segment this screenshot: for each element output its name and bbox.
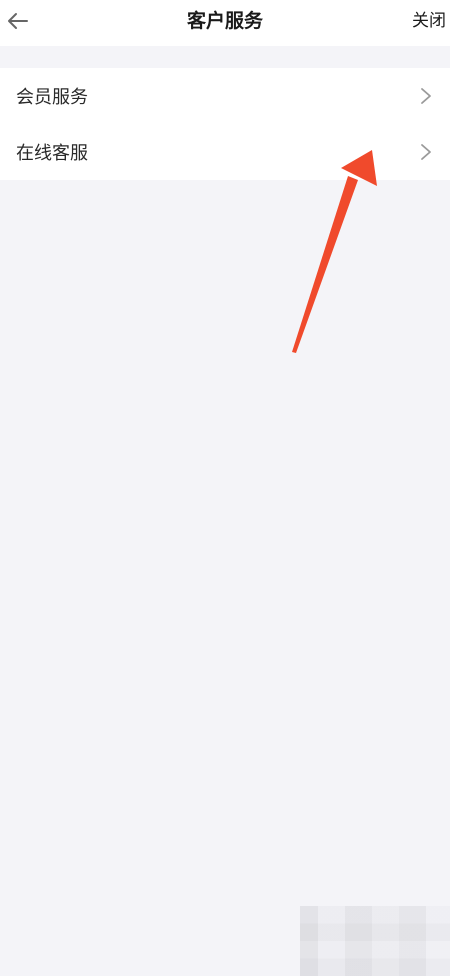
menu-item-online-support[interactable]: 在线客服 — [0, 124, 450, 180]
menu-item-member-service[interactable]: 会员服务 — [0, 68, 450, 124]
page-title: 客户服务 — [186, 10, 263, 32]
menu-list: 会员服务 在线客服 — [0, 68, 450, 180]
chevron-right-icon — [421, 144, 431, 160]
menu-item-label: 会员服务 — [16, 87, 88, 108]
chevron-right-icon — [421, 88, 431, 104]
menu-item-label: 在线客服 — [16, 143, 88, 164]
arrow-shaft — [292, 176, 358, 353]
watermark — [300, 906, 450, 976]
close-button[interactable]: 关闭 — [412, 0, 446, 42]
nav-bar: 客户服务 关闭 — [0, 0, 450, 46]
